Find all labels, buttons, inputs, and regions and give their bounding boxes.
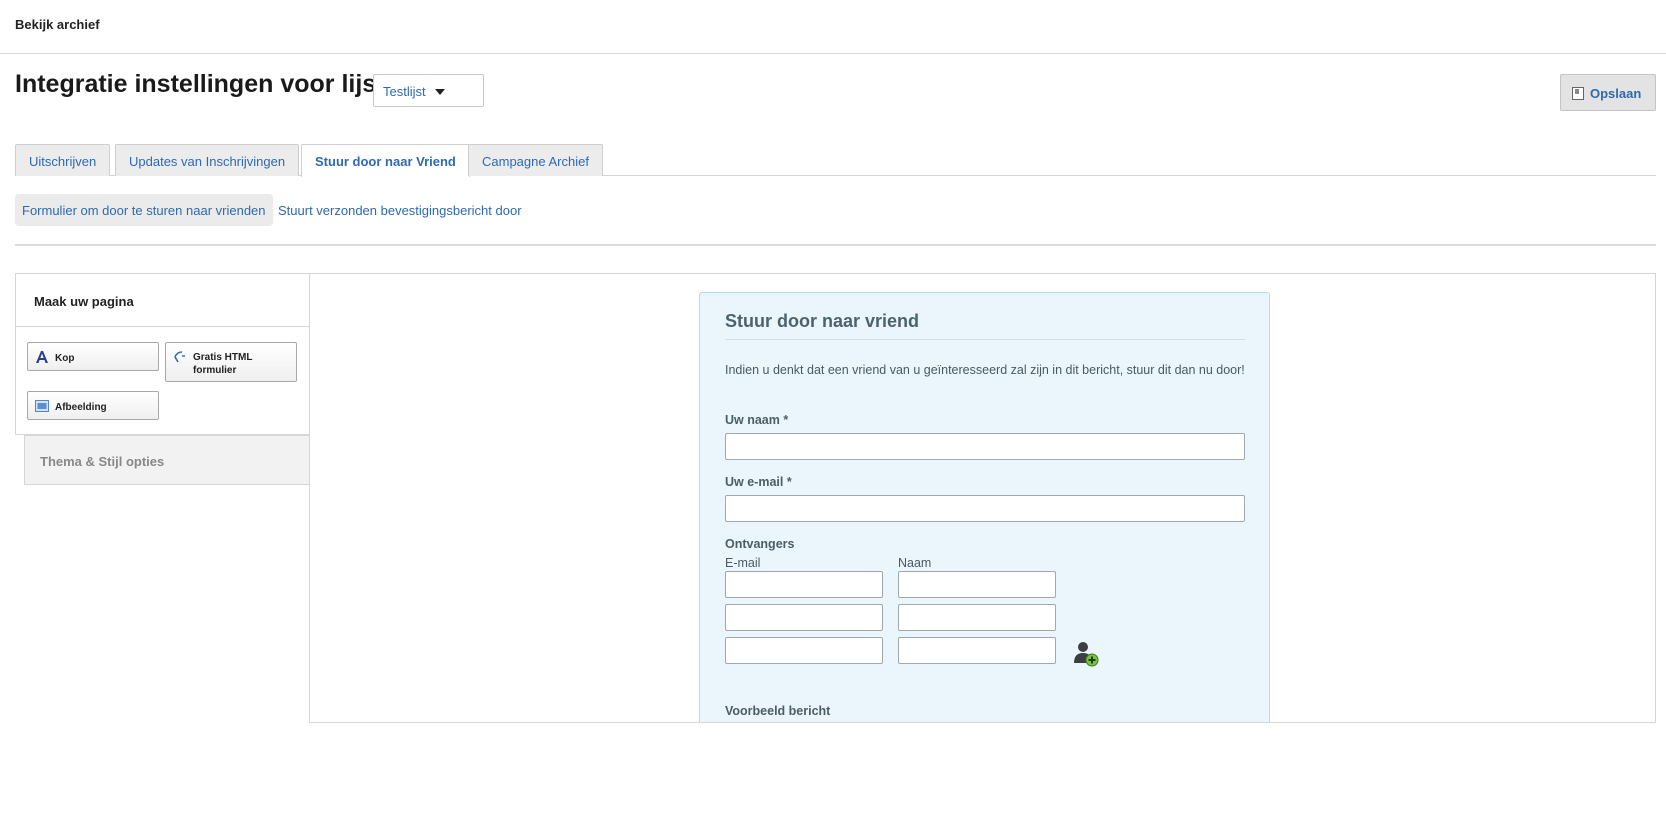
theme-style-options[interactable]: Thema & Stijl opties: [24, 435, 310, 485]
theme-style-label: Thema & Stijl opties: [40, 454, 165, 469]
recipient-name-input-2[interactable]: [898, 604, 1056, 631]
builder-panel-header: Maak uw pagina: [16, 274, 311, 327]
subnav-forward-form[interactable]: Formulier om door te sturen naar vriende…: [15, 194, 273, 226]
top-bar: Bekijk archief: [0, 0, 1666, 54]
page-canvas: Stuur door naar vriend Indien u denkt da…: [309, 273, 1656, 723]
subnav-forward-confirmation[interactable]: Stuurt verzonden bevestigingsbericht doo…: [271, 194, 529, 226]
recipient-email-input-2[interactable]: [725, 604, 883, 631]
preview-message-label: Voorbeeld bericht: [725, 704, 831, 718]
form-title: Stuur door naar vriend: [725, 311, 920, 331]
tab-updates-inschrijvingen[interactable]: Updates van Inschrijvingen: [115, 144, 300, 176]
block-heading-button[interactable]: Kop: [27, 342, 159, 371]
add-recipient-icon[interactable]: [1072, 641, 1100, 667]
builder-panel: Maak uw pagina Kop Gratis HTML formulier…: [15, 273, 311, 435]
recipient-name-input-1[interactable]: [898, 571, 1056, 598]
tab-uitschrijven[interactable]: Uitschrijven: [15, 144, 111, 176]
save-button-label: Opslaan: [1590, 86, 1642, 101]
recipient-name-column-label: Naam: [898, 556, 932, 570]
page-title: Integratie instellingen voor lijst: [15, 70, 385, 98]
block-image-button[interactable]: Afbeelding: [27, 391, 159, 420]
caret-down-icon: [435, 89, 445, 95]
list-select-dropdown[interactable]: Testlijst: [373, 74, 484, 107]
recipient-email-column-label: E-mail: [725, 556, 761, 570]
forward-form-preview: Stuur door naar vriend Indien u denkt da…: [699, 292, 1270, 722]
block-html-form-button[interactable]: Gratis HTML formulier: [165, 342, 297, 382]
recipient-email-input-3[interactable]: [725, 637, 883, 664]
your-name-label: Uw naam *: [725, 413, 789, 427]
form-divider: [725, 339, 1245, 340]
heading-icon: [36, 351, 48, 363]
list-select-value: Testlijst: [383, 84, 426, 99]
block-image-label: Afbeelding: [55, 402, 107, 413]
block-heading-label: Kop: [55, 353, 75, 364]
tab-stuur-door-naar-vriend[interactable]: Stuur door naar Vriend: [301, 144, 470, 177]
your-email-input[interactable]: [725, 495, 1245, 522]
subnav-divider: [15, 244, 1656, 246]
view-archive-link[interactable]: Bekijk archief: [15, 17, 100, 32]
save-button[interactable]: Opslaan: [1560, 74, 1656, 111]
floppy-disk-icon: [1572, 87, 1584, 100]
your-email-label: Uw e-mail *: [725, 475, 792, 489]
recipient-name-input-3[interactable]: [898, 637, 1056, 664]
your-name-input[interactable]: [725, 433, 1245, 460]
form-intro-text: Indien u denkt dat een vriend van u geïn…: [725, 363, 1245, 377]
builder-panel-title: Maak uw pagina: [34, 294, 134, 309]
image-icon: [35, 400, 49, 412]
tab-campagne-archief[interactable]: Campagne Archief: [468, 144, 603, 176]
block-html-form-label: Gratis HTML formulier: [193, 352, 253, 376]
html-form-icon: [174, 351, 185, 363]
recipients-label: Ontvangers: [725, 537, 795, 551]
recipient-email-input-1[interactable]: [725, 571, 883, 598]
